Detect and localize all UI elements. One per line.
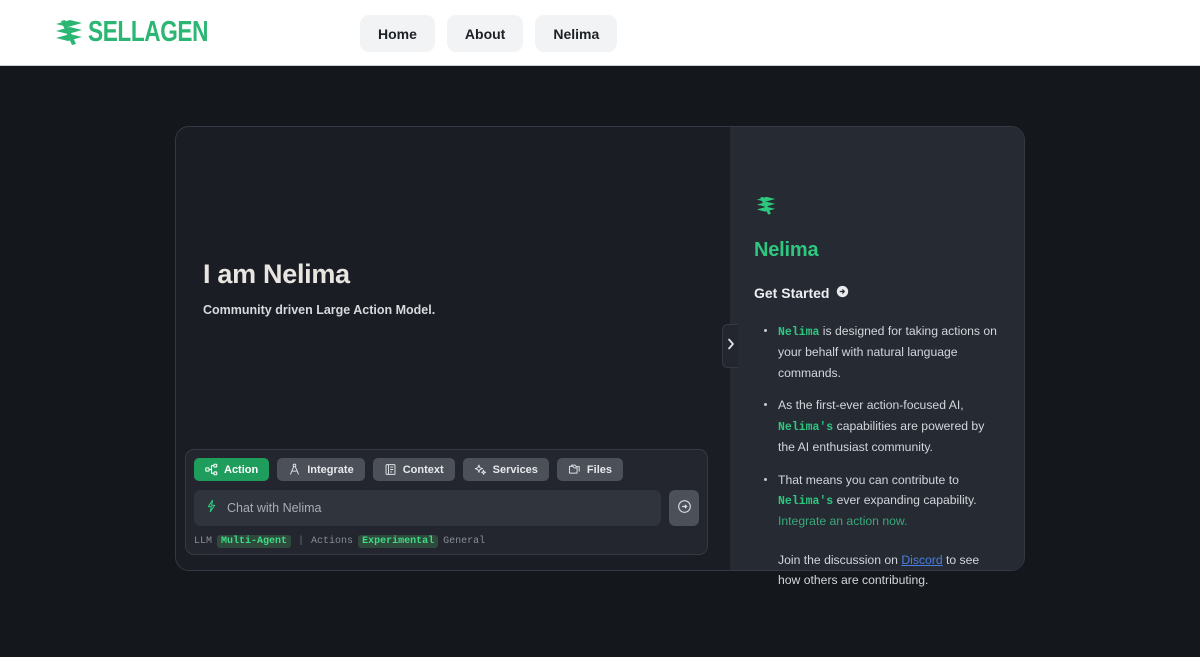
page-body: I am Nelima Community driven Large Actio…	[0, 66, 1200, 657]
discord-link[interactable]: Discord	[901, 553, 942, 567]
compass-drafting-icon	[288, 463, 301, 476]
composer-mode-chips: Action Integrate	[194, 458, 699, 481]
chat-input[interactable]	[227, 501, 650, 515]
get-started-label: Get Started	[754, 285, 829, 301]
main-nav: Home About Nelima	[360, 15, 617, 52]
sellagen-stacked-layers-icon	[52, 18, 86, 48]
status-mode: General	[443, 536, 485, 547]
chat-pane: I am Nelima Community driven Large Actio…	[176, 127, 730, 570]
chip-services[interactable]: Services	[463, 458, 549, 481]
arrow-right-circle-icon	[677, 499, 692, 517]
bullet-3-code: Nelima's	[778, 495, 833, 508]
composer: Action Integrate	[185, 449, 708, 555]
arrow-right-circle-filled-icon	[836, 285, 849, 301]
chip-action[interactable]: Action	[194, 458, 269, 481]
folder-icon	[568, 463, 581, 476]
status-actions-badge[interactable]: Experimental	[358, 535, 438, 548]
hero-subtitle: Community driven Large Action Model.	[203, 303, 730, 317]
nav-item-about[interactable]: About	[447, 15, 523, 52]
bullet-3-text-after: ever expanding capability.	[833, 493, 976, 507]
get-started-link[interactable]: Get Started	[754, 285, 849, 301]
composer-status-bar: LLM Multi-Agent | Actions Experimental G…	[194, 535, 699, 548]
status-llm-label: LLM	[194, 536, 212, 547]
sparkles-icon	[474, 463, 487, 476]
status-llm-badge[interactable]: Multi-Agent	[217, 535, 291, 548]
send-button[interactable]	[669, 490, 699, 526]
page-title: I am Nelima	[203, 260, 730, 290]
chip-context[interactable]: Context	[373, 458, 455, 481]
chip-context-label: Context	[403, 464, 444, 476]
nav-item-nelima[interactable]: Nelima	[535, 15, 617, 52]
bullet-2-code: Nelima's	[778, 421, 833, 434]
info-panel-title: Nelima	[754, 239, 1000, 262]
brand-logo[interactable]: SELLAGEN	[52, 18, 242, 48]
nav-item-home[interactable]: Home	[360, 15, 435, 52]
composer-input-row	[194, 490, 699, 526]
chip-action-label: Action	[224, 464, 258, 476]
list-item: As the first-ever action-focused AI, Nel…	[768, 395, 1000, 457]
bullet-2-text-before: As the first-ever action-focused AI,	[778, 398, 964, 412]
bullet-1-code: Nelima	[778, 326, 819, 339]
chip-integrate-label: Integrate	[307, 464, 353, 476]
site-header: SELLAGEN Home About Nelima	[0, 0, 1200, 66]
list-item: That means you can contribute to Nelima'…	[768, 470, 1000, 532]
info-bullet-list: Nelima is designed for taking actions on…	[768, 321, 1000, 532]
chip-services-label: Services	[493, 464, 538, 476]
hero-section: I am Nelima Community driven Large Actio…	[176, 127, 730, 317]
chat-input-wrapper[interactable]	[194, 490, 661, 526]
chip-integrate[interactable]: Integrate	[277, 458, 364, 481]
book-icon	[384, 463, 397, 476]
info-panel: Nelima Get Started Nelima is designed fo…	[730, 127, 1024, 570]
chip-files-label: Files	[587, 464, 612, 476]
join-note-text-before: Join the discussion on	[778, 553, 901, 567]
join-discussion-note: Join the discussion on Discord to see ho…	[778, 550, 1000, 591]
list-item: Nelima is designed for taking actions on…	[768, 321, 1000, 383]
nelima-stacked-layers-icon	[754, 195, 1000, 222]
panel-toggle-button[interactable]	[722, 324, 738, 368]
lightning-bolt-icon	[205, 499, 218, 518]
chevron-right-icon	[727, 337, 735, 355]
status-actions-label: Actions	[311, 536, 353, 547]
brand-wordmark: SELLAGEN	[88, 18, 208, 47]
workflow-nodes-icon	[205, 463, 218, 476]
integrate-action-link[interactable]: Integrate an action now.	[778, 514, 907, 528]
bullet-3-text-before: That means you can contribute to	[778, 473, 959, 487]
chip-files[interactable]: Files	[557, 458, 623, 481]
status-separator: |	[296, 536, 306, 547]
nelima-app-card: I am Nelima Community driven Large Actio…	[175, 126, 1025, 571]
